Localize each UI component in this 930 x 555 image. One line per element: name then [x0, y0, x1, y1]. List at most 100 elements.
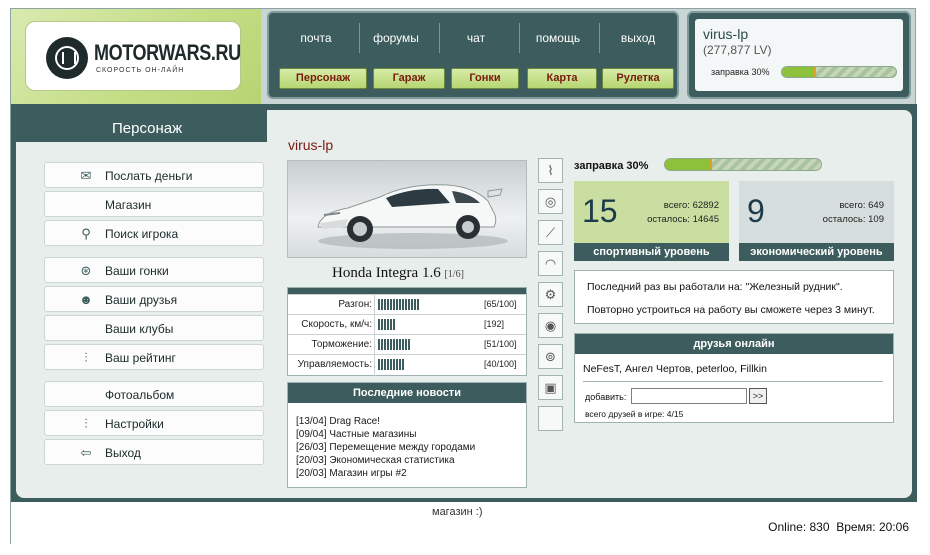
econ-left: 109 [868, 214, 884, 225]
stat-label: Торможение: [311, 339, 372, 350]
rating-icon: ⫶ [84, 350, 88, 365]
sidebar-item-label: Послать деньги [105, 169, 193, 183]
nav-separator [359, 23, 360, 53]
stat-value: [40/100] [484, 359, 517, 369]
sport-total: 62892 [692, 200, 719, 211]
sidebar-item-settings[interactable]: ⫶ Настройки [44, 410, 264, 436]
econ-total: 649 [868, 200, 884, 211]
news-item[interactable]: [20/03] Магазин игры #2 [296, 468, 407, 479]
user-fuel-bar [781, 66, 897, 78]
stat-bar-segment [384, 299, 386, 310]
empty-part-slot[interactable] [538, 406, 563, 431]
sidebar-item-label: Настройки [105, 417, 164, 431]
sidebar-item-shop[interactable]: Магазин [44, 191, 264, 217]
stat-bar-segment [393, 319, 395, 330]
stat-bar-segment [411, 299, 413, 310]
tire-icon[interactable]: ◎ [538, 189, 563, 214]
logo[interactable]: MOTORWARS.RU СКОРОСТЬ ОН-ЛАЙН [25, 21, 241, 91]
stat-label: Скорость, км/ч: [301, 319, 372, 330]
sidebar-item-clubs[interactable]: Ваши клубы [44, 315, 264, 341]
nav-character-button[interactable]: Персонаж [279, 68, 367, 89]
stat-bar-segment [390, 299, 392, 310]
stat-value: [192] [484, 319, 505, 329]
friends-title: друзья онлайн [575, 334, 893, 354]
news-item[interactable]: [26/03] Перемещение между городами [296, 442, 475, 453]
econ-level-meta: всего: 649 осталось: 109 [823, 199, 884, 227]
news-item[interactable]: [09/04] Частные магазины [296, 429, 416, 440]
nav-map-button[interactable]: Карта [527, 68, 597, 89]
stat-bar-segment [405, 339, 407, 350]
sport-left: 14645 [692, 214, 719, 225]
sidebar-item-rating[interactable]: ⫶ Ваш рейтинг [44, 344, 264, 370]
friends-divider [583, 381, 883, 382]
settings-icon: ⫶ [84, 416, 88, 431]
friends-online-panel: друзья онлайн NeFesT, Ангел Чертов, pete… [574, 333, 894, 423]
turbo-icon[interactable]: ⊚ [538, 344, 563, 369]
stat-bar-segment [396, 339, 398, 350]
stat-row-braking: Торможение: [51/100] [288, 334, 526, 354]
nav-forums-link[interactable]: форумы [361, 31, 431, 45]
sidebar-title: Персонаж [112, 120, 183, 137]
brake-icon[interactable]: ◉ [538, 313, 563, 338]
econ-total-label: всего: [839, 200, 866, 211]
stat-bar [378, 359, 468, 370]
page-frame: MOTORWARS.RU СКОРОСТЬ ОН-ЛАЙН почта фору… [10, 8, 917, 545]
piston-icon[interactable]: ▣ [538, 375, 563, 400]
spring-icon[interactable]: ⌇ [538, 158, 563, 183]
stat-row-speed: Скорость, км/ч: [192] [288, 314, 526, 334]
sidebar-item-exit[interactable]: ⇦ Выход [44, 439, 264, 465]
sidebar-item-label: Выход [105, 446, 141, 460]
logo-tagline: СКОРОСТЬ ОН-ЛАЙН [96, 67, 185, 74]
nav-mail-link[interactable]: почта [281, 31, 351, 45]
work-retry-info: Повторно устроиться на работу вы сможете… [587, 304, 875, 316]
stat-value: [65/100] [484, 299, 517, 309]
sidebar-item-friends[interactable]: ☻ Ваши друзья [44, 286, 264, 312]
car-owner-name[interactable]: virus-lp [288, 137, 333, 153]
stat-bar-segment [393, 339, 395, 350]
sidebar-item-label: Магазин [105, 198, 152, 212]
stat-bar-segment [399, 359, 401, 370]
main-navigation: почта форумы чат помощь выход Персонаж Г… [267, 11, 679, 99]
add-friend-button[interactable]: >> [749, 388, 767, 404]
nav-separator [599, 23, 600, 53]
stat-bar-segment [381, 299, 383, 310]
nav-races-button[interactable]: Гонки [451, 68, 519, 89]
news-item[interactable]: [13/04] Drag Race! [296, 416, 380, 427]
add-friend-input[interactable] [631, 388, 747, 404]
car-slot: [1/6] [444, 269, 464, 280]
stat-bar [378, 319, 468, 330]
stat-bar-segment [405, 299, 407, 310]
add-friend-label: добавить: [585, 392, 627, 402]
user-name[interactable]: virus-lp [703, 26, 748, 42]
nav-chat-link[interactable]: чат [441, 31, 511, 45]
news-item[interactable]: [20/03] Экономическая статистика [296, 455, 455, 466]
stat-bar-segment [402, 359, 404, 370]
stat-bar-segment [414, 299, 416, 310]
nav-roulette-button[interactable]: Рулетка [602, 68, 674, 89]
exhaust-icon[interactable]: ⟋ [538, 220, 563, 245]
car-model-text: Honda Integra 1.6 [332, 265, 441, 281]
nav-separator [519, 23, 520, 53]
rim-icon[interactable]: ◠ [538, 251, 563, 276]
stat-bar-segment [390, 359, 392, 370]
sidebar-item-races[interactable]: ⊛ Ваши гонки [44, 257, 264, 283]
gear-icon[interactable]: ⚙ [538, 282, 563, 307]
user-fuel-label: заправка 30% [711, 67, 770, 77]
sidebar-item-photo-album[interactable]: Фотоальбом [44, 381, 264, 407]
nav-exit-link[interactable]: выход [603, 31, 673, 45]
sidebar-item-label: Ваши клубы [105, 322, 174, 336]
car-image[interactable] [287, 160, 527, 258]
stat-bar-segment [384, 359, 386, 370]
sidebar-item-player-search[interactable]: ⚲ Поиск игрока [44, 220, 264, 246]
stat-bar-segment [378, 299, 380, 310]
stat-bar [378, 339, 468, 350]
nav-garage-button[interactable]: Гараж [373, 68, 445, 89]
econ-level-caption: экономический уровень [739, 243, 894, 261]
stat-bar-segment [384, 319, 386, 330]
car-model-name: Honda Integra 1.6 [1/6] [332, 265, 464, 282]
stat-bar-segment [408, 299, 410, 310]
friends-list[interactable]: NeFesT, Ангел Чертов, peterloo, Fillkin [583, 363, 767, 375]
sidebar-item-send-money[interactable]: ✉ Послать деньги [44, 162, 264, 188]
nav-help-link[interactable]: помощь [523, 31, 593, 45]
friends-total: всего друзей в игре: 4/15 [585, 409, 684, 419]
